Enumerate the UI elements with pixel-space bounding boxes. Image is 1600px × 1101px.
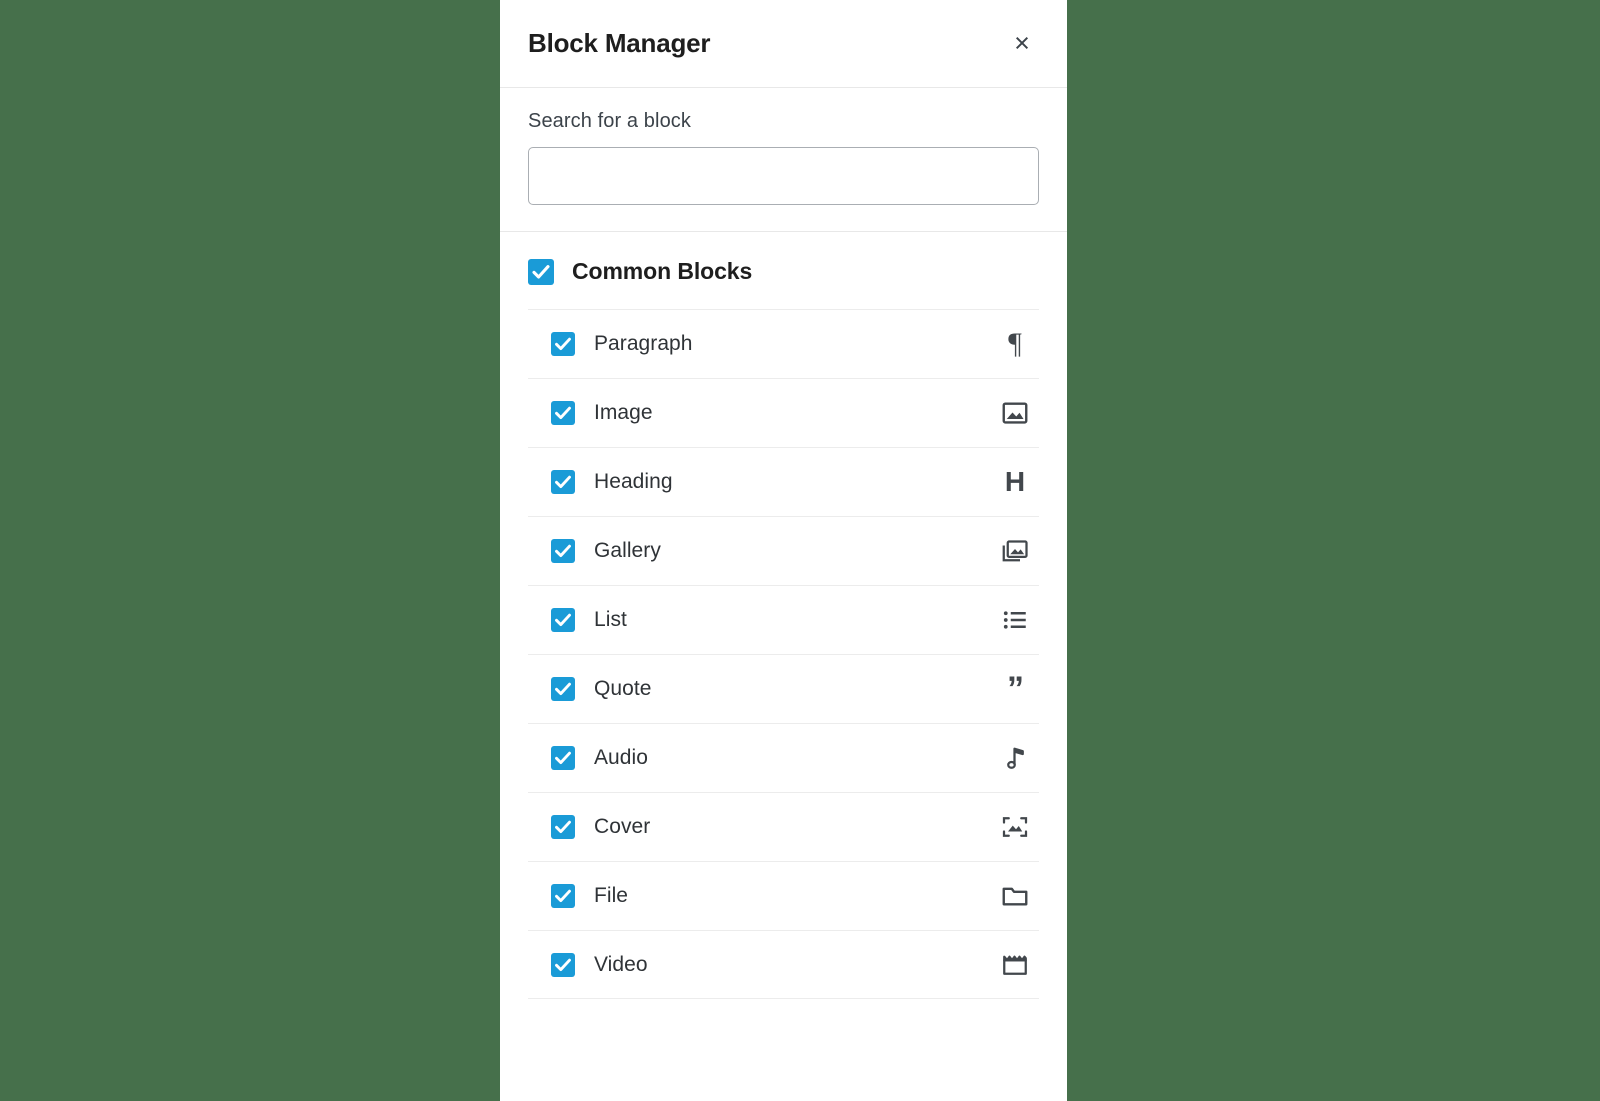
block-label: List: [594, 608, 627, 631]
block-label: Paragraph: [594, 332, 693, 355]
search-section: Search for a block: [500, 88, 1067, 232]
pilcrow-icon: ¶: [1008, 327, 1022, 360]
close-icon[interactable]: ×: [1001, 23, 1043, 65]
block-list: Paragraph ¶ Image Heading H Gallery List…: [500, 309, 1067, 999]
music-note-icon: [997, 740, 1033, 776]
category-common-blocks: Common Blocks Paragraph ¶ Image Heading …: [500, 232, 1067, 999]
block-label: Quote: [594, 677, 652, 700]
list-item[interactable]: Quote ”: [528, 654, 1039, 723]
block-label: Cover: [594, 815, 651, 838]
block-checkbox[interactable]: [551, 470, 575, 494]
block-label: Audio: [594, 746, 648, 769]
page-title: Block Manager: [528, 28, 711, 58]
block-label: Video: [594, 952, 648, 976]
list-icon: [997, 602, 1033, 638]
cover-image-icon: [997, 809, 1033, 845]
quote-icon: ”: [1007, 670, 1024, 708]
category-title: Common Blocks: [572, 258, 753, 284]
search-label: Search for a block: [528, 110, 691, 132]
image-icon: [997, 395, 1033, 431]
list-item[interactable]: List: [528, 585, 1039, 654]
block-checkbox[interactable]: [551, 677, 575, 701]
list-item[interactable]: Paragraph ¶: [528, 309, 1039, 378]
block-label: Gallery: [594, 539, 661, 562]
block-checkbox[interactable]: [551, 332, 575, 356]
block-label: File: [594, 884, 629, 907]
search-input[interactable]: [528, 147, 1039, 205]
list-item[interactable]: Image: [528, 378, 1039, 447]
block-checkbox[interactable]: [551, 884, 575, 908]
category-checkbox[interactable]: [528, 258, 554, 285]
panel-header: Block Manager ×: [500, 0, 1067, 88]
list-item[interactable]: Video: [528, 930, 1039, 999]
panel-empty-space: [500, 999, 1067, 1101]
folder-icon: [997, 878, 1033, 914]
heading-icon: H: [1004, 466, 1026, 497]
list-item[interactable]: Heading H: [528, 447, 1039, 516]
block-manager-panel: Block Manager × Search for a block Commo…: [500, 0, 1067, 1101]
category-header[interactable]: Common Blocks: [500, 232, 1067, 309]
block-checkbox[interactable]: [551, 815, 575, 839]
screen-backdrop: Block Manager × Search for a block Commo…: [0, 0, 1600, 1101]
block-checkbox[interactable]: [551, 608, 575, 632]
list-item[interactable]: Gallery: [528, 516, 1039, 585]
film-clapper-icon: [997, 947, 1033, 983]
block-checkbox[interactable]: [551, 539, 575, 563]
list-item[interactable]: Cover: [528, 792, 1039, 861]
list-item[interactable]: File: [528, 861, 1039, 930]
block-label: Heading: [594, 470, 673, 493]
block-checkbox[interactable]: [551, 401, 575, 425]
block-checkbox[interactable]: [551, 952, 575, 977]
gallery-icon: [997, 533, 1033, 569]
list-item[interactable]: Audio: [528, 723, 1039, 792]
block-checkbox[interactable]: [551, 746, 575, 770]
block-label: Image: [594, 401, 653, 424]
